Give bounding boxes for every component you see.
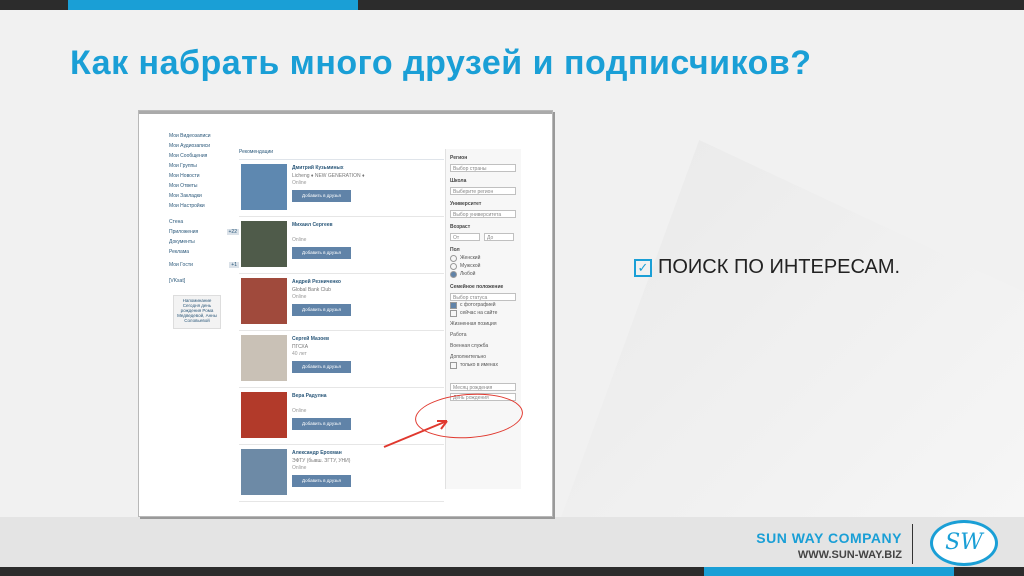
nav-item[interactable]: Мои Аудиозаписи <box>169 141 239 151</box>
brand-name: SUN WAY COMPANY <box>756 530 902 546</box>
person-info: ЭФТУ (бывш. ЗГТУ, УНИ) <box>292 458 351 464</box>
nav-item-apps[interactable]: Приложения +22 <box>169 227 239 237</box>
person-card: Михаил Сергеев Online Добавить в друзья <box>239 217 444 274</box>
vk-link[interactable]: [VKsat] <box>169 276 239 286</box>
person-name[interactable]: Михаил Сергеев <box>292 222 333 228</box>
screenshot-top-strip <box>139 111 552 114</box>
person-card: Андрей Резниченко Global Bank Club Onlin… <box>239 274 444 331</box>
person-status: 40 лет <box>292 351 307 357</box>
region-select[interactable]: Выбор страны <box>450 164 516 172</box>
school-select[interactable]: Выберите регион <box>450 187 516 195</box>
nav-item-wall[interactable]: Стена <box>169 217 239 227</box>
brand-divider <box>912 524 913 564</box>
person-name[interactable]: Андрей Резниченко <box>292 279 341 285</box>
person-info: ПГСХА <box>292 344 309 350</box>
person-card: Александр Ерохман ЭФТУ (бывш. ЗГТУ, УНИ)… <box>239 445 444 502</box>
online-checkbox[interactable]: сейчас на сайте <box>450 309 521 317</box>
add-friend-button[interactable]: Добавить в друзья <box>292 361 351 373</box>
vk-screenshot: Мои Видеозаписи Мои Аудиозаписи Мои Сооб… <box>138 110 553 517</box>
highlight-arrow <box>383 420 448 448</box>
nav-item-docs[interactable]: Документы <box>169 237 239 247</box>
brand-block: SUN WAY COMPANY WWW.SUN-WAY.BIZ <box>738 530 902 561</box>
sex-label: Пол <box>450 247 460 253</box>
nav-item-guests[interactable]: Мои Гости +1 <box>169 260 239 270</box>
school-label: Школа <box>450 178 467 184</box>
bottom-bar <box>0 567 1024 576</box>
nav-item[interactable]: Мои Ответы <box>169 181 239 191</box>
top-bar <box>0 0 1024 10</box>
age-to-select[interactable]: До <box>484 233 514 241</box>
nav-item[interactable]: Мои Сообщения <box>169 151 239 161</box>
nav-item[interactable]: Мои Новости <box>169 171 239 181</box>
radio-icon <box>450 262 457 270</box>
age-range: От До <box>450 231 521 241</box>
photo-checkbox[interactable]: с фотографией <box>450 301 521 309</box>
background-shape <box>560 140 1024 520</box>
radio-icon <box>450 254 457 262</box>
section-title: Рекомендации <box>239 149 444 160</box>
avatar[interactable] <box>241 164 287 210</box>
add-friend-button[interactable]: Добавить в друзья <box>292 304 351 316</box>
person-card: Дмитрий Кузьминых Licheng ♦ NEW GENERATI… <box>239 160 444 217</box>
extra-toggle[interactable]: Дополнительно <box>450 354 521 361</box>
nav-item[interactable]: Мои Закладки <box>169 191 239 201</box>
family-select[interactable]: Выбор статуса <box>450 293 516 301</box>
person-status: Online <box>292 465 307 471</box>
university-label: Университет <box>450 201 482 207</box>
person-card: Сергей Мазоев ПГСХА 40 лет Добавить в др… <box>239 331 444 388</box>
age-label: Возраст <box>450 224 471 230</box>
left-nav: Мои Видеозаписи Мои Аудиозаписи Мои Сооб… <box>169 131 239 286</box>
work-toggle[interactable]: Работа <box>450 332 521 339</box>
nav-item[interactable]: Мои Видеозаписи <box>169 131 239 141</box>
add-friend-button[interactable]: Добавить в друзья <box>292 475 351 487</box>
checkbox-icon <box>450 309 457 317</box>
person-name[interactable]: Дмитрий Кузьминых <box>292 165 344 171</box>
avatar[interactable] <box>241 278 287 324</box>
university-select[interactable]: Выбор университета <box>450 210 516 218</box>
person-status: Online <box>292 294 307 300</box>
brand-url[interactable]: WWW.SUN-WAY.BIZ <box>738 549 902 561</box>
nav-item[interactable]: Мои Настройки <box>169 201 239 211</box>
military-toggle[interactable]: Военная служба <box>450 343 521 350</box>
slide-title: Как набрать много друзей и подписчиков? <box>70 44 812 82</box>
apps-count-badge: +22 <box>226 229 239 235</box>
birthday-reminder: Напоминание Сегодня день рождения Рома М… <box>173 295 221 329</box>
avatar[interactable] <box>241 449 287 495</box>
family-label: Семейное положение <box>450 284 504 290</box>
add-friend-button[interactable]: Добавить в друзья <box>292 190 351 202</box>
checkbox-icon <box>450 361 457 369</box>
region-label: Регион <box>450 155 468 161</box>
checkbox-icon: ✓ <box>634 258 652 277</box>
sex-option-female[interactable]: Женский <box>450 254 521 262</box>
avatar[interactable] <box>241 221 287 267</box>
bullet-item: ✓ ПОИСК ПО ИНТЕРЕСАМ. <box>634 256 900 279</box>
checkbox-checked-icon <box>450 301 457 309</box>
birth-month-select[interactable]: Месяц рождения <box>450 383 516 391</box>
top-bar-accent <box>68 0 358 10</box>
bullet-text: ПОИСК ПО ИНТЕРЕСАМ. <box>658 256 901 278</box>
sex-option-male[interactable]: Мужской <box>450 262 521 270</box>
bottom-bar-accent <box>704 567 954 576</box>
person-name[interactable]: Александр Ерохман <box>292 450 342 456</box>
avatar[interactable] <box>241 392 287 438</box>
sun-way-logo: SW <box>930 520 998 566</box>
person-name[interactable]: Сергей Мазоев <box>292 336 329 342</box>
person-status: Online <box>292 408 307 414</box>
avatar[interactable] <box>241 335 287 381</box>
person-status: Online <box>292 237 307 243</box>
nav-item[interactable]: Мои Группы <box>169 161 239 171</box>
person-name[interactable]: Вера Радулна <box>292 393 327 399</box>
sex-option-any[interactable]: Любой <box>450 270 521 278</box>
names-only-checkbox[interactable]: только в именах <box>450 361 521 369</box>
add-friend-button[interactable]: Добавить в друзья <box>292 418 351 430</box>
radio-selected-icon <box>450 270 457 278</box>
nav-item-ads[interactable]: Реклама <box>169 247 239 257</box>
life-position-toggle[interactable]: Жизненная позиция <box>450 321 521 328</box>
person-info: Licheng ♦ NEW GENERATION ♦ <box>292 173 365 179</box>
age-from-select[interactable]: От <box>450 233 480 241</box>
person-info: Global Bank Club <box>292 287 331 293</box>
add-friend-button[interactable]: Добавить в друзья <box>292 247 351 259</box>
person-status: Online <box>292 180 307 186</box>
guests-count-badge: +1 <box>229 262 239 268</box>
